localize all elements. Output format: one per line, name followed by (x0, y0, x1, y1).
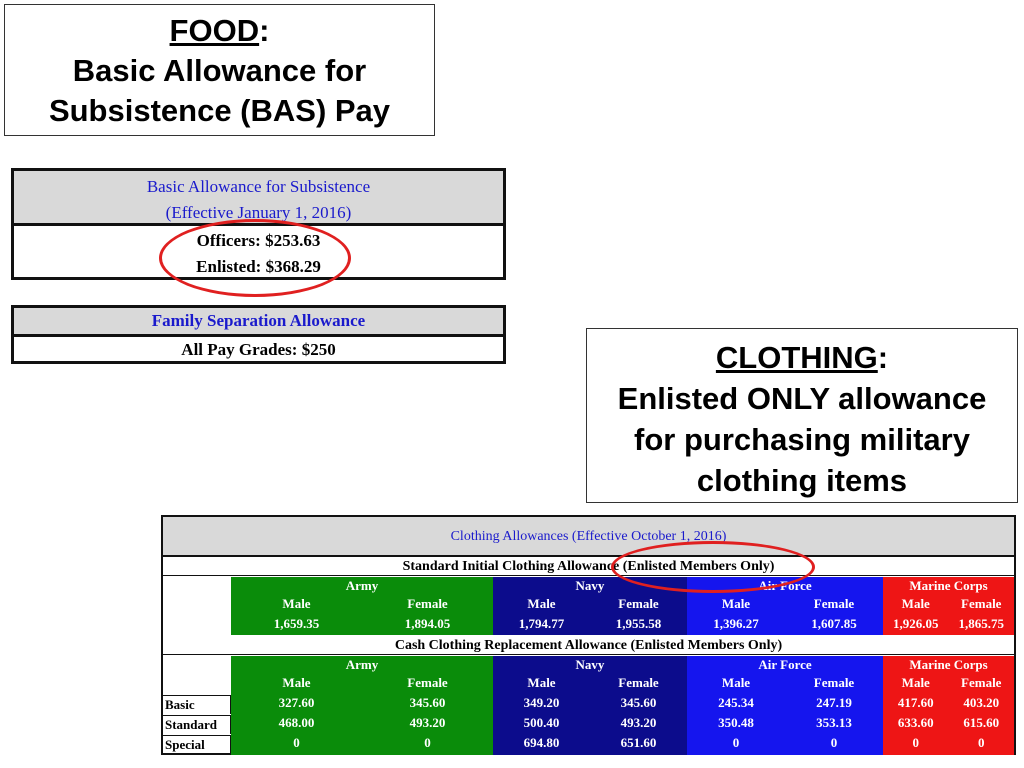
replacement-air-force-female-value: 0 (830, 735, 838, 750)
fsa-value: All Pay Grades: $250 (181, 340, 336, 359)
replacement-army-male-value: 468.00 (278, 715, 315, 730)
replacement-navy-female-value: 345.60 (620, 695, 657, 710)
replacement-navy-female-value: 651.60 (620, 735, 657, 750)
replacement-army-header: Army (345, 657, 379, 672)
replacement-navy-female-label: Female (618, 675, 659, 690)
clothing-heading: CLOTHING (715, 340, 878, 375)
initial-army-header: Army (345, 578, 379, 593)
replacement-air-force-male-value: 350.48 (718, 715, 754, 730)
replacement-army-male-value: 327.60 (278, 695, 315, 710)
initial-marine-corps-header: Marine Corps (909, 578, 988, 593)
replacement-air-force-male-label: Male (721, 675, 751, 690)
initial-marine-corps-male-value: 1,926.05 (893, 616, 939, 631)
initial-army-female-label: Female (407, 596, 448, 611)
initial-army-female-value: 1,894.05 (404, 616, 451, 631)
replacement-marine-corps-female-value: 615.60 (963, 715, 1000, 730)
initial-marine-corps-female-label: Female (961, 596, 1002, 611)
replacement-marine-corps-header: Marine Corps (909, 657, 988, 672)
initial-army-male-label: Male (282, 596, 311, 611)
replacement-air-force-female-value: 353.13 (816, 715, 852, 730)
food-heading: FOOD (169, 13, 260, 48)
clothing-line-1: Enlisted ONLY allowance (617, 381, 987, 416)
clothing-callout: CLOTHING: Enlisted ONLY allowance for pu… (586, 328, 1018, 503)
initial-allowance-title: Standard Initial Clothing Allowance (Enl… (163, 557, 1014, 576)
bas-table-header: Basic Allowance for Subsistence (Effecti… (14, 171, 503, 226)
replacement-air-force-header: Air Force (758, 657, 812, 672)
row-label-basic: Basic (163, 695, 231, 714)
clothing-table-title: Clothing Allowances (Effective October 1… (163, 517, 1014, 557)
initial-navy-male-label: Male (527, 596, 556, 611)
clothing-line-3: clothing items (696, 463, 908, 498)
replacement-marine-corps-male-label: Male (901, 675, 930, 690)
replacement-navy-male-value: 694.80 (523, 735, 560, 750)
clothing-colon: : (877, 340, 889, 375)
bas-title: Basic Allowance for Subsistence (146, 177, 371, 196)
replacement-marine-corps-male-value: 633.60 (897, 715, 934, 730)
replacement-navy-male-value: 349.20 (523, 695, 560, 710)
replacement-army-female-value: 345.60 (409, 695, 446, 710)
food-line-1: Basic Allowance for (72, 53, 367, 88)
replacement-army-male-label: Male (282, 675, 311, 690)
replacement-air-force-female-value: 247.19 (816, 695, 852, 710)
food-colon: : (259, 13, 270, 48)
initial-army-male-value: 1,659.35 (273, 616, 320, 631)
replacement-marine-corps-female-value: 0 (978, 735, 985, 750)
initial-navy-male-value: 1,794.77 (518, 616, 565, 631)
replacement-army-female-label: Female (407, 675, 448, 690)
replacement-army-female-value: 493.20 (409, 715, 446, 730)
replacement-marine-corps-female-value: 403.20 (963, 695, 1000, 710)
replacement-air-force-male-value: 245.34 (718, 695, 754, 710)
fsa-table: Family Separation Allowance All Pay Grad… (11, 305, 506, 364)
initial-air-force-female-value: 1,607.85 (811, 616, 857, 631)
replacement-air-force-male-value: 0 (732, 735, 740, 750)
fsa-title: Family Separation Allowance (14, 308, 503, 337)
food-callout: FOOD: Basic Allowance for Subsistence (B… (4, 4, 435, 136)
initial-air-force-male-value: 1,396.27 (713, 616, 759, 631)
replacement-air-force-female-label: Female (813, 675, 855, 690)
clothing-line-2: for purchasing military (634, 422, 970, 457)
replacement-marine-corps-male-value: 417.60 (897, 695, 934, 710)
initial-navy-female-label: Female (618, 596, 659, 611)
replacement-navy-male-label: Male (527, 675, 556, 690)
initial-air-force-female-label: Female (813, 596, 855, 611)
replacement-allowance-title: Cash Clothing Replacement Allowance (Enl… (163, 636, 1014, 655)
replacement-marine-corps-female-label: Female (961, 675, 1002, 690)
clothing-allowance-table: Clothing Allowances (Effective October 1… (161, 515, 1016, 755)
replacement-navy-male-value: 500.40 (523, 715, 560, 730)
row-label-special: Special (163, 735, 231, 754)
replacement-army-female-value: 0 (424, 735, 431, 750)
replacement-navy-header: Navy (575, 657, 605, 672)
initial-marine-corps-female-value: 1,865.75 (958, 616, 1005, 631)
replacement-navy-female-value: 493.20 (620, 715, 657, 730)
initial-air-force-male-label: Male (721, 596, 751, 611)
row-label-standard: Standard (163, 715, 231, 734)
initial-navy-female-value: 1,955.58 (615, 616, 662, 631)
highlight-ellipse-bas (159, 219, 351, 297)
food-line-2: Subsistence (BAS) Pay (48, 93, 391, 128)
replacement-army-male-value: 0 (293, 735, 300, 750)
replacement-marine-corps-male-value: 0 (912, 735, 920, 750)
initial-marine-corps-male-label: Male (901, 596, 930, 611)
highlight-ellipse-enlisted-only (611, 541, 815, 593)
